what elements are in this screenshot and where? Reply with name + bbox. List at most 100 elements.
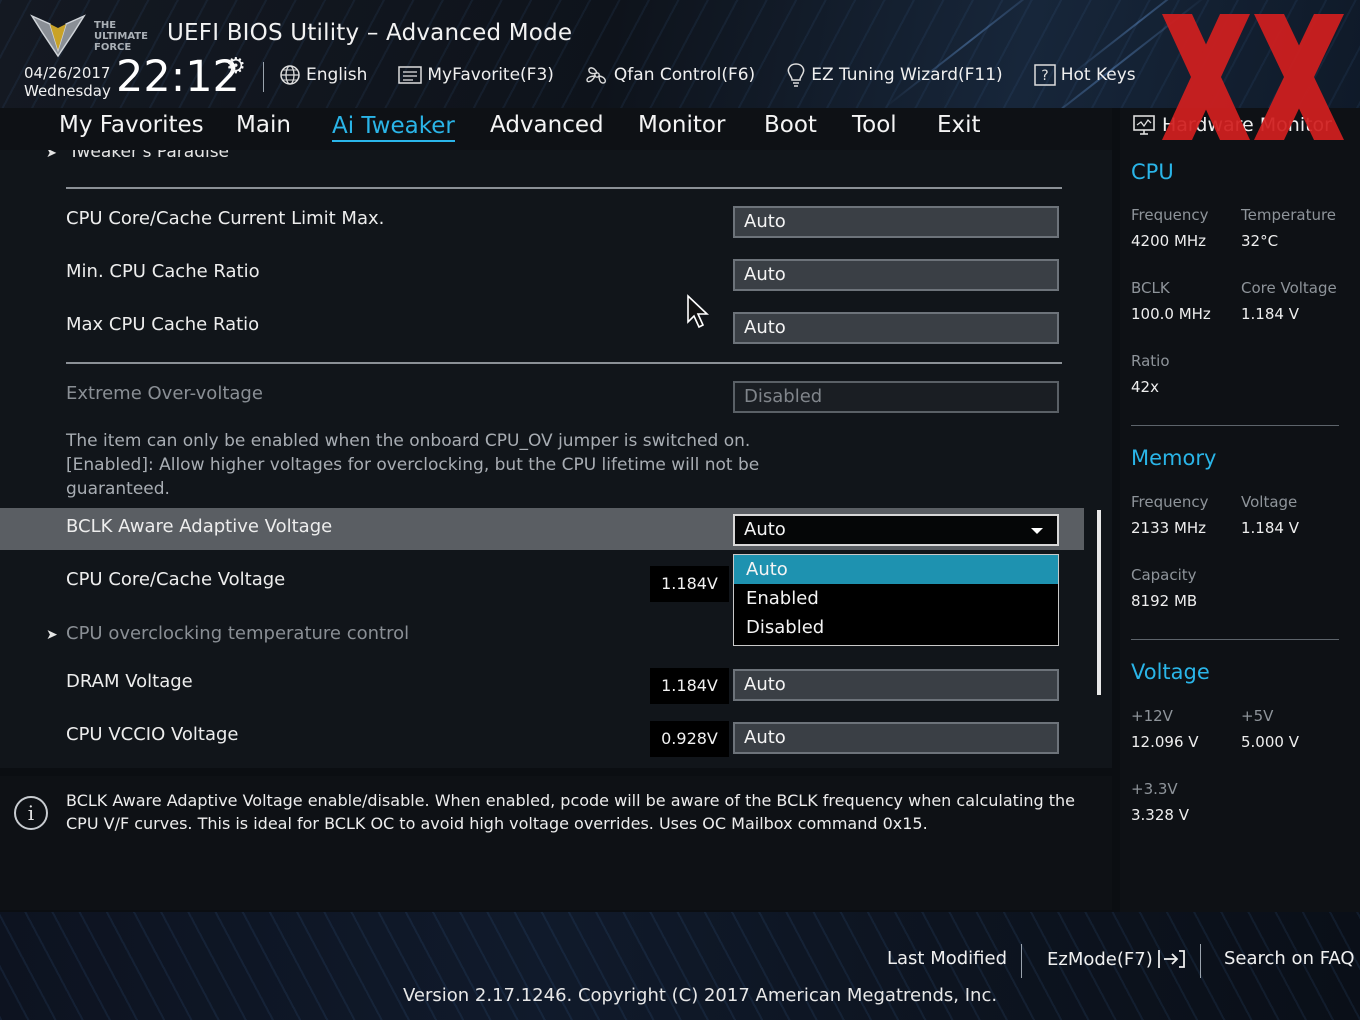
current-limit-field[interactable]: Auto bbox=[733, 206, 1059, 238]
dropdown-option-enabled[interactable]: Enabled bbox=[734, 584, 1058, 613]
setting-label-min-cache-ratio: Min. CPU Cache Ratio bbox=[66, 261, 260, 282]
min-cache-ratio-field[interactable]: Auto bbox=[733, 259, 1059, 291]
mouse-cursor-icon bbox=[686, 294, 712, 334]
tab-boot[interactable]: Boot bbox=[764, 112, 817, 138]
tab-advanced[interactable]: Advanced bbox=[490, 112, 604, 138]
language-button[interactable]: English bbox=[278, 61, 367, 89]
bclk-value: 100.0 MHz bbox=[1131, 305, 1211, 323]
hardware-monitor-label: Hardware Monitor bbox=[1162, 114, 1332, 136]
day-text: Wednesday bbox=[24, 82, 111, 100]
clock-settings-gear-icon[interactable]: ⚙ bbox=[226, 54, 246, 79]
info-description: BCLK Aware Adaptive Voltage enable/disab… bbox=[66, 791, 1075, 833]
caret-down-icon bbox=[1031, 528, 1043, 534]
ezmode-button[interactable]: EzMode(F7) bbox=[1047, 948, 1187, 970]
v12-label: +12V bbox=[1131, 707, 1173, 725]
hot-keys-button[interactable]: ? Hot Keys bbox=[1033, 61, 1136, 89]
setting-label-extreme-overvoltage: Extreme Over-voltage bbox=[66, 383, 263, 404]
tab-ai-tweaker[interactable]: Ai Tweaker bbox=[332, 112, 455, 142]
help-line: The item can only be enabled when the on… bbox=[66, 431, 751, 451]
footer-bar: Last Modified EzMode(F7) Search on FAQ V… bbox=[0, 912, 1360, 1020]
tuf-logo: THE ULTIMATE FORCE bbox=[28, 10, 148, 58]
dram-voltage-field[interactable]: Auto bbox=[733, 669, 1059, 701]
memory-voltage-value: 1.184 V bbox=[1241, 519, 1299, 537]
language-label: English bbox=[306, 65, 368, 85]
submenu-cpu-oc-temp-control[interactable]: CPU overclocking temperature control bbox=[66, 623, 409, 644]
ratio-value: 42x bbox=[1131, 378, 1159, 396]
decor-streak bbox=[882, 0, 1058, 108]
hardware-monitor-title: Hardware Monitor bbox=[1132, 114, 1332, 136]
svg-text:THE: THE bbox=[94, 20, 116, 31]
cpu-frequency-value: 4200 MHz bbox=[1131, 232, 1207, 250]
myfavorite-label: MyFavorite(F3) bbox=[427, 65, 554, 85]
memory-voltage-label: Voltage bbox=[1241, 493, 1298, 511]
monitor-icon bbox=[1132, 114, 1156, 136]
memory-frequency-value: 2133 MHz bbox=[1131, 519, 1207, 537]
clock-time: 22:12 bbox=[116, 52, 240, 102]
date-display: 04/26/2017 Wednesday bbox=[24, 64, 111, 100]
settings-panel: ➤ Tweaker's Paradise CPU Core/Cache Curre… bbox=[0, 150, 1112, 768]
scrollbar[interactable] bbox=[1097, 510, 1101, 695]
breadcrumb-arrow-icon: ➤ bbox=[46, 150, 57, 161]
tab-main[interactable]: Main bbox=[236, 112, 291, 138]
svg-text:ULTIMATE: ULTIMATE bbox=[94, 31, 148, 42]
dropdown-option-auto[interactable]: Auto bbox=[734, 555, 1058, 584]
cpu-frequency-label: Frequency bbox=[1131, 206, 1209, 224]
favorite-list-icon bbox=[397, 64, 423, 86]
qfan-control-button[interactable]: Qfan Control(F6) bbox=[584, 61, 755, 89]
app-title: UEFI BIOS Utility – Advanced Mode bbox=[167, 20, 573, 46]
setting-label-max-cache-ratio: Max CPU Cache Ratio bbox=[66, 314, 260, 335]
section-divider bbox=[66, 362, 1062, 364]
v33-value: 3.328 V bbox=[1131, 806, 1189, 824]
divider bbox=[1200, 944, 1201, 978]
bclk-aware-select[interactable]: Auto bbox=[733, 514, 1059, 546]
v5-label: +5V bbox=[1241, 707, 1274, 725]
help-question-icon: ? bbox=[1033, 63, 1057, 87]
divider bbox=[1021, 944, 1022, 978]
cpu-temperature-label: Temperature bbox=[1241, 206, 1337, 224]
bclk-aware-dropdown: Auto Enabled Disabled bbox=[733, 554, 1059, 646]
toolbar: English MyFavorite(F3) Qfan Control(F6) … bbox=[278, 61, 1166, 89]
ez-tuning-wizard-button[interactable]: EZ Tuning Wizard(F11) bbox=[785, 61, 1003, 89]
globe-icon bbox=[278, 63, 302, 87]
qfan-label: Qfan Control(F6) bbox=[613, 65, 756, 85]
setting-label-bclk-aware: BCLK Aware Adaptive Voltage bbox=[66, 516, 333, 537]
divider bbox=[263, 62, 264, 92]
setting-label-vccio-voltage: CPU VCCIO Voltage bbox=[66, 724, 239, 745]
breadcrumb-label: Tweaker's Paradise bbox=[68, 150, 230, 162]
memory-section-heading: Memory bbox=[1131, 446, 1217, 470]
last-modified-label: Last Modified bbox=[887, 948, 1008, 969]
v5-value: 5.000 V bbox=[1241, 733, 1299, 751]
version-text: Version 2.17.1246. Copyright (C) 2017 Am… bbox=[403, 985, 998, 1006]
hardware-monitor-panel: Hardware Monitor CPU Frequency Temperatu… bbox=[1120, 108, 1360, 912]
memory-capacity-label: Capacity bbox=[1131, 566, 1197, 584]
lightbulb-icon bbox=[785, 62, 807, 88]
header-bar: THE ULTIMATE FORCE UEFI BIOS Utility – A… bbox=[0, 0, 1360, 108]
myfavorite-button[interactable]: MyFavorite(F3) bbox=[397, 61, 554, 89]
help-line: [Enabled]: Allow higher voltages for ove… bbox=[66, 455, 760, 475]
date-text: 04/26/2017 bbox=[24, 64, 111, 82]
breadcrumb[interactable]: ➤ Tweaker's Paradise bbox=[46, 150, 229, 162]
memory-frequency-label: Frequency bbox=[1131, 493, 1209, 511]
section-divider bbox=[66, 187, 1062, 189]
memory-capacity-value: 8192 MB bbox=[1131, 592, 1198, 610]
core-cache-voltage-reading: 1.184V bbox=[650, 566, 729, 602]
last-modified-button[interactable]: Last Modified bbox=[887, 948, 1007, 969]
cpu-section-heading: CPU bbox=[1131, 160, 1174, 184]
search-faq-button[interactable]: Search on FAQ bbox=[1224, 948, 1355, 969]
section-divider bbox=[1131, 639, 1339, 640]
max-cache-ratio-field[interactable]: Auto bbox=[733, 312, 1059, 344]
exit-arrow-icon bbox=[1157, 948, 1187, 970]
ratio-label: Ratio bbox=[1131, 352, 1170, 370]
tab-monitor[interactable]: Monitor bbox=[638, 112, 725, 138]
info-icon: i bbox=[14, 796, 48, 830]
info-panel: i BCLK Aware Adaptive Voltage enable/dis… bbox=[0, 776, 1112, 910]
setting-label-current-limit: CPU Core/Cache Current Limit Max. bbox=[66, 208, 385, 229]
vccio-voltage-field[interactable]: Auto bbox=[733, 722, 1059, 754]
setting-label-core-cache-voltage: CPU Core/Cache Voltage bbox=[66, 569, 286, 590]
dram-voltage-reading: 1.184V bbox=[650, 668, 729, 704]
bclk-aware-value: Auto bbox=[744, 519, 786, 540]
dropdown-option-disabled[interactable]: Disabled bbox=[734, 613, 1058, 642]
tab-my-favorites[interactable]: My Favorites bbox=[59, 112, 204, 138]
tab-exit[interactable]: Exit bbox=[937, 112, 981, 138]
tab-tool[interactable]: Tool bbox=[852, 112, 897, 138]
